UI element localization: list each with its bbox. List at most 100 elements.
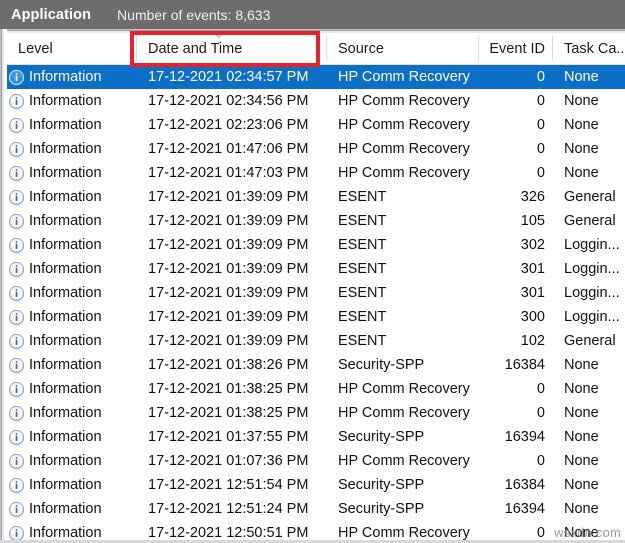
information-icon bbox=[8, 141, 25, 158]
cell-level: Information bbox=[7, 69, 137, 86]
cell-level-label: Information bbox=[29, 333, 102, 349]
cell-level-label: Information bbox=[29, 501, 102, 517]
table-row[interactable]: Information 17-12-2021 02:34:57 PM HP Comm… bbox=[7, 65, 625, 89]
cell-eventid: 0 bbox=[536, 117, 545, 133]
cell-eventid: 16384 bbox=[504, 357, 545, 373]
cell-level-label: Information bbox=[29, 477, 102, 493]
information-icon bbox=[8, 117, 25, 134]
cell-level: Information bbox=[7, 453, 137, 470]
cell-source: Security-SPP bbox=[338, 357, 425, 373]
information-icon bbox=[8, 357, 25, 374]
table-row[interactable]: Information 17-12-2021 01:39:09 PM ESENT 30… bbox=[7, 257, 625, 281]
cell-eventid: 302 bbox=[520, 237, 545, 253]
column-header-datetime[interactable]: Date and Time bbox=[137, 32, 327, 64]
cell-datetime: 17-12-2021 02:23:06 PM bbox=[148, 117, 309, 133]
cell-level: Information bbox=[7, 285, 137, 302]
table-row[interactable]: Information 17-12-2021 02:23:06 PM HP Comm… bbox=[7, 113, 625, 137]
cell-datetime: 17-12-2021 01:07:36 PM bbox=[148, 453, 309, 469]
chevron-up-sort-icon bbox=[213, 32, 224, 39]
grid-left-border bbox=[0, 29, 7, 543]
cell-taskcat: General bbox=[564, 213, 616, 229]
table-row[interactable]: Information 17-12-2021 01:47:06 PM HP Comm… bbox=[7, 137, 625, 161]
cell-datetime: 17-12-2021 01:39:09 PM bbox=[148, 309, 309, 325]
cell-source: ESENT bbox=[338, 213, 387, 229]
cell-level: Information bbox=[7, 213, 137, 230]
cell-level: Information bbox=[7, 357, 137, 374]
information-icon bbox=[8, 69, 25, 86]
cell-level-label: Information bbox=[29, 93, 102, 109]
cell-level: Information bbox=[7, 381, 137, 398]
information-icon bbox=[8, 429, 25, 446]
cell-eventid: 16394 bbox=[504, 501, 545, 517]
column-header-label-level: Level bbox=[18, 40, 53, 57]
cell-datetime: 17-12-2021 12:51:54 PM bbox=[148, 477, 309, 493]
column-header-eventid[interactable]: Event ID bbox=[479, 33, 553, 64]
table-row[interactable]: Information 17-12-2021 12:51:54 PM Securit… bbox=[7, 473, 625, 497]
table-row[interactable]: Information 17-12-2021 01:39:09 PM ESENT 30… bbox=[7, 233, 625, 257]
cell-eventid: 0 bbox=[536, 165, 545, 181]
information-icon bbox=[8, 381, 25, 398]
cell-level-label: Information bbox=[29, 117, 102, 133]
table-row[interactable]: Information 17-12-2021 01:39:09 PM ESENT 10… bbox=[7, 209, 625, 233]
cell-datetime: 17-12-2021 02:34:56 PM bbox=[148, 93, 309, 109]
cell-eventid: 300 bbox=[520, 309, 545, 325]
log-name-label: Application bbox=[11, 6, 92, 23]
information-icon bbox=[8, 453, 25, 470]
cell-level-label: Information bbox=[29, 285, 102, 301]
cell-level: Information bbox=[7, 261, 137, 278]
table-row[interactable]: Information 17-12-2021 01:37:55 PM Securit… bbox=[7, 425, 625, 449]
cell-level-label: Information bbox=[29, 141, 102, 157]
information-icon bbox=[8, 213, 25, 230]
cell-level: Information bbox=[7, 333, 137, 350]
cell-datetime: 17-12-2021 01:39:09 PM bbox=[148, 189, 309, 205]
cell-source: HP Comm Recovery bbox=[338, 93, 470, 109]
cell-source: Security-SPP bbox=[338, 477, 425, 493]
cell-datetime: 17-12-2021 01:38:26 PM bbox=[148, 357, 309, 373]
cell-source: ESENT bbox=[338, 309, 387, 325]
table-row[interactable]: Information 17-12-2021 02:34:56 PM HP Comm… bbox=[7, 89, 625, 113]
cell-source: ESENT bbox=[338, 285, 387, 301]
cell-eventid: 16394 bbox=[504, 429, 545, 445]
table-row[interactable]: Information 17-12-2021 01:38:25 PM HP Comm… bbox=[7, 401, 625, 425]
information-icon bbox=[8, 405, 25, 422]
event-rows-viewport[interactable]: Information 17-12-2021 02:34:57 PM HP Comm… bbox=[7, 65, 625, 543]
cell-source: HP Comm Recovery bbox=[338, 405, 470, 421]
table-row[interactable]: Information 17-12-2021 01:39:09 PM ESENT 32… bbox=[7, 185, 625, 209]
cell-source: ESENT bbox=[338, 261, 387, 277]
cell-source: HP Comm Recovery bbox=[338, 381, 470, 397]
column-header-level[interactable]: Level bbox=[7, 33, 137, 64]
cell-eventid: 0 bbox=[536, 453, 545, 469]
cell-taskcat: None bbox=[564, 525, 599, 541]
column-header-taskcat[interactable]: Task Ca... bbox=[553, 33, 625, 64]
column-header-source[interactable]: Source bbox=[327, 33, 479, 64]
cell-level-label: Information bbox=[29, 261, 102, 277]
cell-level: Information bbox=[7, 117, 137, 134]
table-row[interactable]: Information 17-12-2021 01:39:09 PM ESENT 10… bbox=[7, 329, 625, 353]
cell-datetime: 17-12-2021 01:39:09 PM bbox=[148, 237, 309, 253]
log-header-bar: Application Number of events: 8,633 bbox=[0, 0, 625, 29]
cell-datetime: 17-12-2021 12:50:51 PM bbox=[148, 525, 309, 541]
table-row[interactable]: Information 17-12-2021 01:39:09 PM ESENT 30… bbox=[7, 305, 625, 329]
cell-source: Security-SPP bbox=[338, 429, 425, 445]
cell-level-label: Information bbox=[29, 429, 102, 445]
table-row[interactable]: Information 17-12-2021 01:07:36 PM HP Comm… bbox=[7, 449, 625, 473]
cell-taskcat: Loggin... bbox=[564, 261, 620, 277]
table-row[interactable]: Information 17-12-2021 01:47:03 PM HP Comm… bbox=[7, 161, 625, 185]
cell-level-label: Information bbox=[29, 405, 102, 421]
cell-level-label: Information bbox=[29, 357, 102, 373]
table-row[interactable]: Information 17-12-2021 01:38:26 PM Securit… bbox=[7, 353, 625, 377]
cell-taskcat: None bbox=[564, 381, 599, 397]
table-row[interactable]: Information 17-12-2021 01:38:25 PM HP Comm… bbox=[7, 377, 625, 401]
cell-eventid: 0 bbox=[536, 405, 545, 421]
cell-level-label: Information bbox=[29, 453, 102, 469]
column-header-label-eventid: Event ID bbox=[489, 40, 545, 57]
cell-datetime: 17-12-2021 01:39:09 PM bbox=[148, 213, 309, 229]
cell-datetime: 17-12-2021 01:39:09 PM bbox=[148, 261, 309, 277]
cell-taskcat: Loggin... bbox=[564, 309, 620, 325]
cell-datetime: 17-12-2021 01:38:25 PM bbox=[148, 405, 309, 421]
table-row[interactable]: Information 17-12-2021 01:39:09 PM ESENT 30… bbox=[7, 281, 625, 305]
cell-source: HP Comm Recovery bbox=[338, 141, 470, 157]
cell-level: Information bbox=[7, 237, 137, 254]
information-icon bbox=[8, 93, 25, 110]
table-row[interactable]: Information 17-12-2021 12:51:24 PM Securit… bbox=[7, 497, 625, 521]
